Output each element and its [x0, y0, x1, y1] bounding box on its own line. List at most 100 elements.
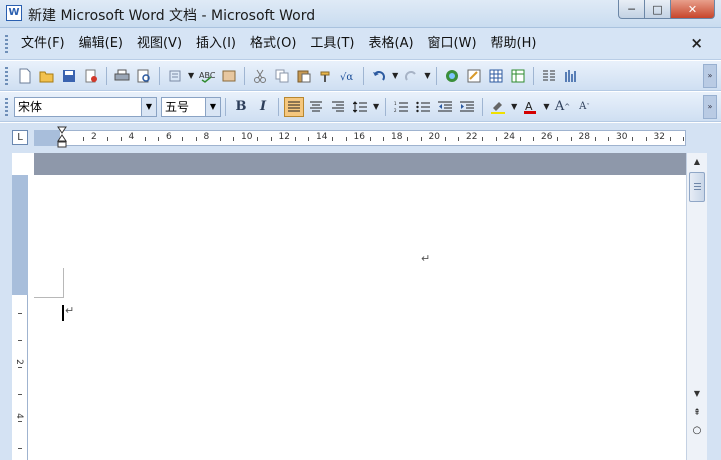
- menu-tools[interactable]: 工具(T): [303, 28, 361, 60]
- font-color-dropdown-arrow[interactable]: ▼: [543, 102, 549, 111]
- insert-excel-icon[interactable]: [508, 66, 528, 86]
- line-spacing-icon[interactable]: [350, 97, 370, 117]
- ruler-tick: [519, 137, 521, 141]
- align-center-button[interactable]: [306, 97, 326, 117]
- columns-icon[interactable]: [539, 66, 559, 86]
- redo-dropdown-arrow[interactable]: ▼: [424, 71, 430, 80]
- open-icon[interactable]: [37, 66, 57, 86]
- ruler-label: 32: [653, 132, 665, 142]
- research-dropdown-arrow[interactable]: ▼: [188, 71, 194, 80]
- ruler-label: 18: [391, 132, 403, 142]
- undo-dropdown-arrow[interactable]: ▼: [392, 71, 398, 80]
- document-page[interactable]: [34, 175, 686, 460]
- menu-view[interactable]: 视图(V): [130, 28, 189, 60]
- ruler-label: 10: [241, 132, 253, 142]
- menu-window[interactable]: 窗口(W): [421, 28, 484, 60]
- indent-marker-icon[interactable]: [57, 126, 67, 152]
- research-icon[interactable]: [165, 66, 185, 86]
- font-name-select[interactable]: 宋体 ▼: [14, 96, 157, 117]
- minimize-button[interactable]: ─: [618, 0, 645, 19]
- scroll-thumb[interactable]: [689, 172, 705, 202]
- shrink-font-icon[interactable]: Aˇ: [574, 97, 594, 117]
- vertical-scrollbar[interactable]: ▲ ▼ ⇞ ○: [686, 153, 707, 460]
- bold-button[interactable]: B: [231, 97, 251, 117]
- highlight-icon[interactable]: [488, 97, 508, 117]
- shrink-font-label: A: [579, 101, 587, 112]
- insert-equation-icon[interactable]: √α: [338, 66, 358, 86]
- close-document-button[interactable]: ×: [690, 34, 703, 52]
- highlight-dropdown-arrow[interactable]: ▼: [511, 102, 517, 111]
- ruler-tick: [570, 137, 572, 141]
- scroll-up-button[interactable]: ▲: [687, 153, 707, 170]
- toolbar-separator: [159, 66, 160, 85]
- ruler-tick: [557, 137, 558, 141]
- page-top-gap: [34, 153, 686, 175]
- insert-table-icon[interactable]: [486, 66, 506, 86]
- hyperlink-icon[interactable]: [442, 66, 462, 86]
- toolbar-options-button[interactable]: »: [703, 64, 717, 88]
- ruler-tick: [195, 137, 197, 141]
- toolbar-separator: [533, 66, 535, 85]
- ruler-tick: [594, 137, 596, 141]
- align-right-button[interactable]: [328, 97, 348, 117]
- scroll-thumb-grip: [694, 183, 701, 191]
- word-app-icon[interactable]: W: [6, 5, 22, 21]
- toolbar-separator: [278, 97, 279, 116]
- close-window-button[interactable]: ✕: [671, 0, 715, 19]
- tables-borders-icon[interactable]: [464, 66, 484, 86]
- toolbar-grip-handle[interactable]: [5, 66, 8, 85]
- ruler-tick: [294, 137, 296, 141]
- toolbar-options-button[interactable]: »: [703, 95, 717, 119]
- paste-icon[interactable]: [294, 66, 314, 86]
- ruler-tick: [158, 137, 159, 141]
- vertical-ruler-label: 4: [13, 413, 24, 419]
- ruler-tick: [83, 137, 84, 141]
- chevron-down-icon[interactable]: ▼: [141, 97, 156, 116]
- scroll-down-button[interactable]: ▼: [687, 386, 707, 402]
- menu-bar: 文件(F) 编辑(E) 视图(V) 插入(I) 格式(O) 工具(T) 表格(A…: [0, 28, 721, 60]
- numbering-icon[interactable]: 12: [391, 97, 411, 117]
- print-icon[interactable]: [112, 66, 132, 86]
- menu-file[interactable]: 文件(F): [14, 28, 72, 60]
- vertical-ruler-tick: [18, 367, 22, 368]
- line-spacing-dropdown-arrow[interactable]: ▼: [373, 102, 379, 111]
- menu-help[interactable]: 帮助(H): [484, 28, 544, 60]
- print-preview-icon[interactable]: [134, 66, 154, 86]
- ruler-tick: [482, 137, 483, 141]
- ruler-label: 16: [353, 132, 365, 142]
- font-color-icon[interactable]: A: [520, 97, 540, 117]
- save-icon[interactable]: [59, 66, 79, 86]
- ruler-tick: [182, 137, 183, 141]
- new-icon[interactable]: [15, 66, 35, 86]
- drawing-icon[interactable]: [561, 66, 581, 86]
- chevron-down-icon[interactable]: ▼: [205, 97, 220, 116]
- format-painter-icon[interactable]: [316, 66, 336, 86]
- toolbar-grip-handle[interactable]: [5, 97, 8, 116]
- grow-font-icon[interactable]: A ^: [552, 97, 572, 117]
- select-browse-object-button[interactable]: ○: [687, 423, 707, 439]
- align-justify-button[interactable]: [284, 96, 304, 117]
- horizontal-ruler[interactable]: 246810121416182022242628303234: [34, 130, 686, 146]
- menu-table[interactable]: 表格(A): [362, 28, 421, 60]
- tab-selector-button[interactable]: L: [12, 130, 28, 145]
- italic-button[interactable]: I: [253, 97, 273, 117]
- increase-indent-icon[interactable]: [457, 97, 477, 117]
- menu-insert[interactable]: 插入(I): [189, 28, 243, 60]
- menu-grip-handle[interactable]: [5, 34, 8, 53]
- bullets-icon[interactable]: [413, 97, 433, 117]
- spelling-icon[interactable]: ABC: [197, 66, 217, 86]
- previous-page-button[interactable]: ⇞: [687, 405, 707, 421]
- menu-edit[interactable]: 编辑(E): [72, 28, 130, 60]
- menu-format[interactable]: 格式(O): [243, 28, 303, 60]
- translate-icon[interactable]: [219, 66, 239, 86]
- permission-icon[interactable]: [81, 66, 101, 86]
- decrease-indent-icon[interactable]: [435, 97, 455, 117]
- undo-icon[interactable]: [369, 66, 389, 86]
- copy-icon[interactable]: [272, 66, 292, 86]
- font-size-select[interactable]: 五号 ▼: [161, 96, 221, 117]
- ruler-label: 8: [203, 132, 210, 142]
- maximize-button[interactable]: □: [645, 0, 671, 19]
- redo-icon[interactable]: [401, 66, 421, 86]
- ruler-tick: [383, 137, 384, 141]
- cut-icon[interactable]: [250, 66, 270, 86]
